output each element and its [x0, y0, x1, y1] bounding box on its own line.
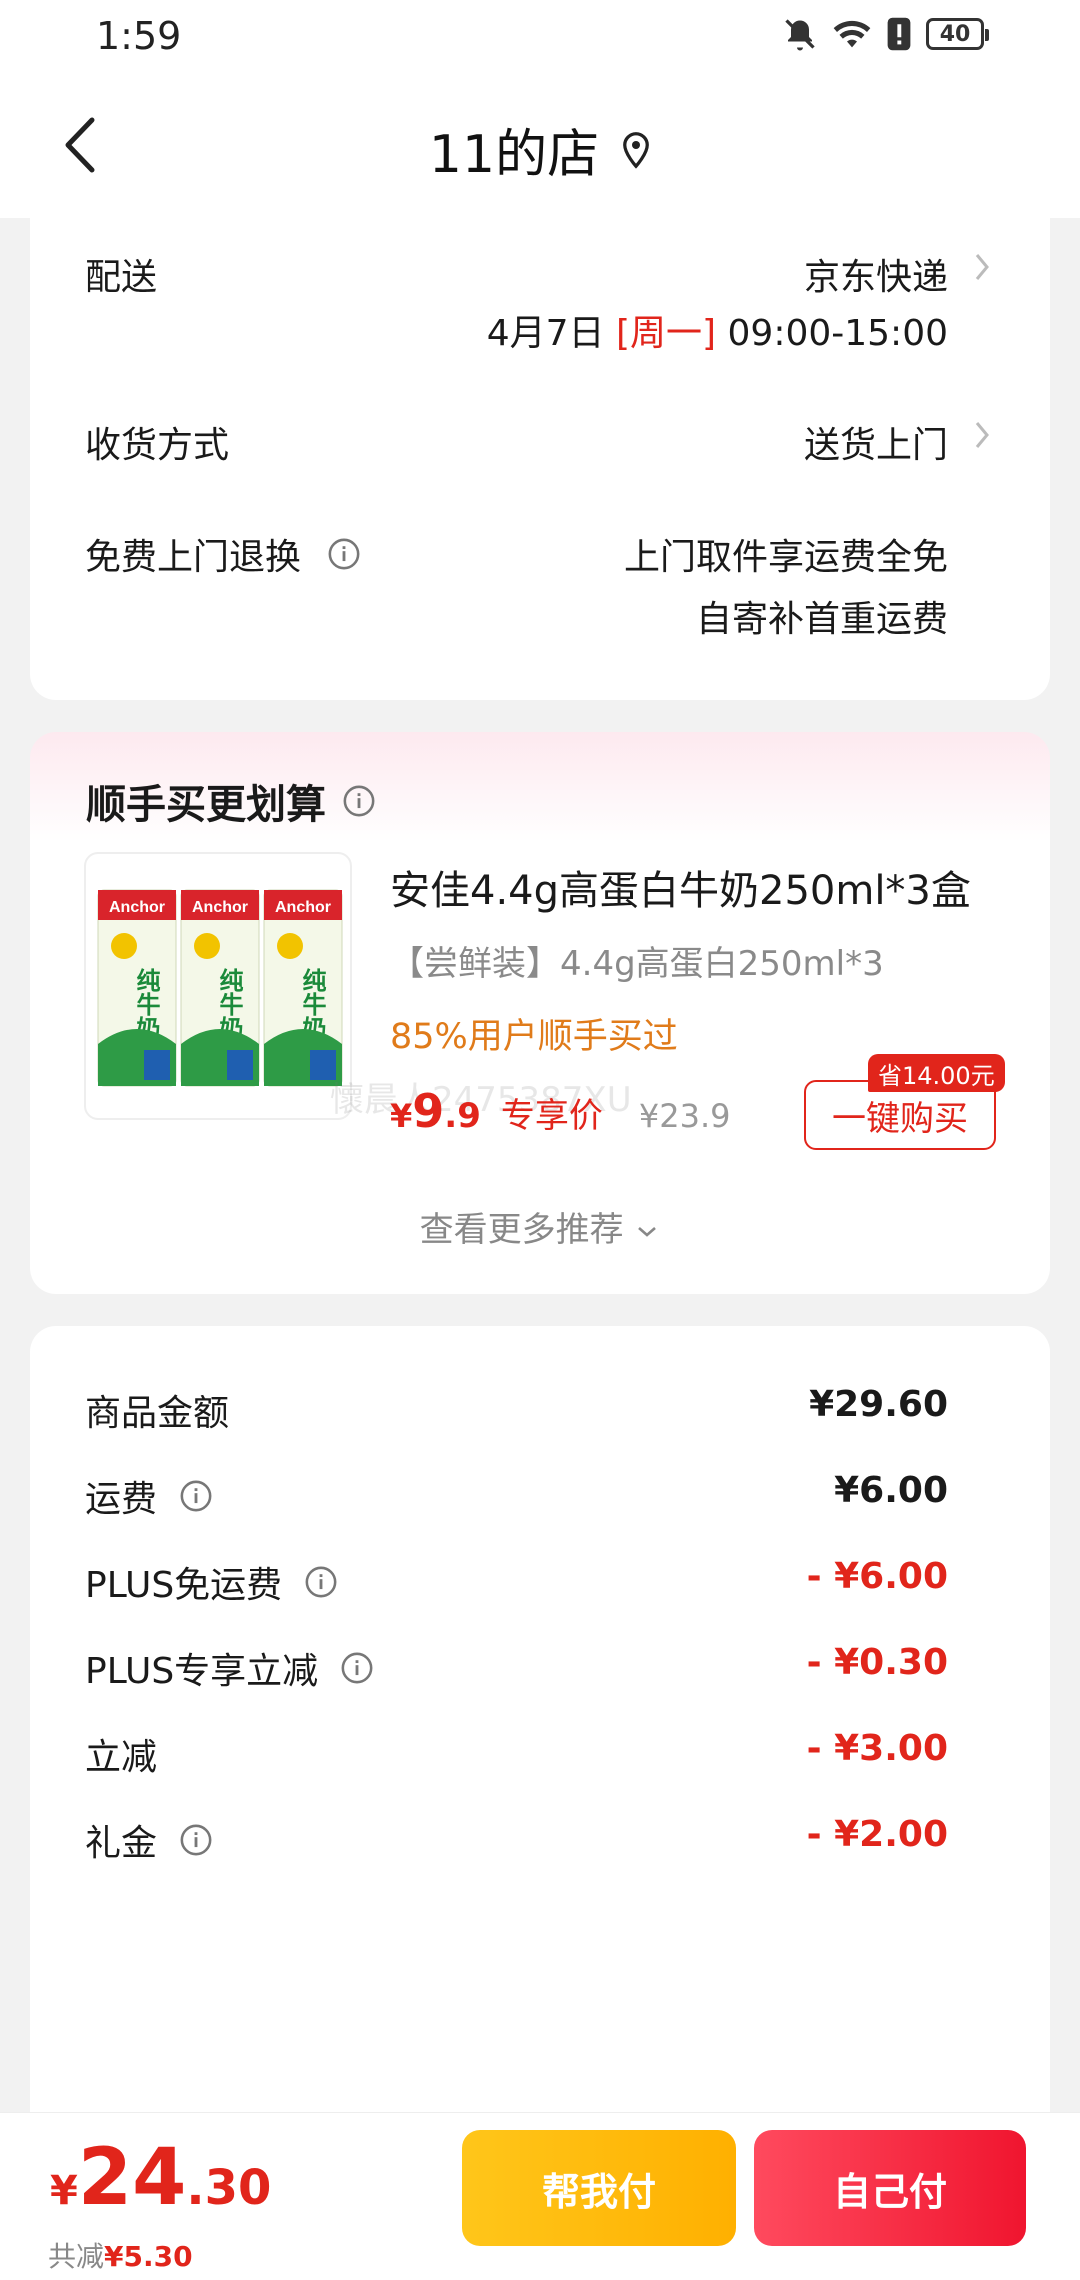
delivery-time-range: 09:00-15:00: [727, 313, 948, 354]
info-icon[interactable]: [340, 1651, 374, 1685]
fee-value: ¥6.00: [834, 1470, 948, 1511]
fee-label: 商品金额: [85, 1384, 229, 1436]
top-bar: 1:59 40 11的店: [0, 0, 1080, 218]
more-recommend-link[interactable]: 查看更多推荐: [30, 1202, 1050, 1251]
help-pay-button[interactable]: 帮我付: [462, 2130, 736, 2246]
fee-label-text: 立减: [85, 1737, 158, 1778]
savings-value: ¥5.30: [104, 2240, 193, 2273]
info-icon[interactable]: [179, 1823, 213, 1857]
fee-card: 商品金额 ¥29.60 运费 ¥6.00 PLUS免运费 - ¥6.00 PLUS专享立减 -…: [30, 1326, 1050, 2156]
fee-label-text: 礼金: [85, 1823, 158, 1864]
svg-text:Anchor: Anchor: [275, 899, 331, 916]
fee-label: PLUS专享立减: [85, 1642, 374, 1694]
status-icons: 40: [782, 16, 989, 52]
original-price: ¥23.9: [638, 1097, 731, 1135]
info-icon[interactable]: [327, 537, 361, 571]
fee-value: ¥29.60: [809, 1384, 948, 1425]
free-return-label: 免费上门退换: [85, 528, 361, 580]
free-return-line2: 自寄补首重运费: [695, 599, 948, 640]
savings-prefix: 共减: [48, 2240, 105, 2273]
svg-text:Anchor: Anchor: [192, 899, 248, 916]
delivery-weekday: [周一]: [615, 313, 717, 354]
fee-label: PLUS免运费: [85, 1556, 338, 1608]
info-icon[interactable]: [342, 784, 376, 818]
delivery-date: 4月7日: [486, 313, 605, 354]
fee-label-text: 商品金额: [85, 1393, 230, 1434]
delivery-label: 配送: [85, 257, 158, 298]
product-price: ¥9.9: [390, 1084, 481, 1138]
free-return-line1: 上门取件享运费全免: [623, 537, 948, 578]
recommend-card: 顺手买更划算 Anchor Anchor Anchor 纯牛奶 纯牛奶 纯牛奶: [30, 732, 1050, 1294]
wifi-icon: [833, 20, 871, 48]
delivery-time: 4月7日 [周一] 09:00-15:00: [487, 304, 948, 356]
product-name[interactable]: 安佳4.4g高蛋白牛奶250ml*3盒: [390, 858, 971, 916]
fee-label: 立减: [85, 1728, 157, 1780]
price-tag: 专享价: [500, 1096, 603, 1136]
fee-label-text: PLUS专享立减: [85, 1651, 319, 1692]
product-spec: 【尝鲜装】4.4g高蛋白250ml*3: [390, 944, 884, 984]
free-return-text: 免费上门退换: [85, 537, 302, 578]
fee-label: 运费: [85, 1470, 213, 1522]
receive-method-label: 收货方式: [85, 425, 230, 466]
fee-value: - ¥3.00: [806, 1728, 948, 1769]
product-tip: 85%用户顺手买过: [390, 1017, 678, 1057]
fee-label-text: PLUS免运费: [85, 1565, 283, 1606]
battery-indicator: 40: [926, 18, 989, 50]
more-recommend-text: 查看更多推荐: [419, 1210, 624, 1250]
save-badge: 省14.00元: [868, 1054, 1005, 1092]
sim-alert-icon: [887, 17, 911, 51]
delivery-card: 配送 京东快递 4月7日 [周一] 09:00-15:00 收货方式 送货上门 …: [30, 190, 1050, 700]
milk-carton-illustration: Anchor Anchor Anchor 纯牛奶 纯牛奶 纯牛奶: [97, 889, 343, 1087]
page-title: 11的店: [0, 112, 1080, 187]
fee-value: - ¥6.00: [806, 1556, 948, 1597]
receive-method-value[interactable]: 送货上门: [804, 416, 948, 468]
mute-bell-icon: [785, 19, 815, 51]
chevron-down-icon: [638, 1226, 657, 1237]
recommend-title: 顺手买更划算: [86, 772, 376, 830]
fee-value: - ¥0.30: [806, 1642, 948, 1683]
chevron-right-icon[interactable]: [972, 418, 992, 452]
price-row: ¥9.9 专享价 ¥23.9: [390, 1084, 730, 1138]
store-name: 11的店: [428, 125, 600, 185]
checkout-bar: ¥24.30 共减¥5.30 帮我付 自己付: [0, 2112, 1080, 2280]
status-time: 1:59: [96, 14, 182, 58]
product-image[interactable]: Anchor Anchor Anchor 纯牛奶 纯牛奶 纯牛奶: [84, 852, 352, 1120]
self-pay-button[interactable]: 自己付: [754, 2130, 1026, 2246]
location-pin-icon[interactable]: [621, 131, 651, 169]
delivery-carrier[interactable]: 京东快递: [804, 248, 948, 300]
recommend-title-text: 顺手买更划算: [86, 782, 326, 828]
chevron-right-icon[interactable]: [972, 250, 992, 284]
svg-text:Anchor: Anchor: [109, 899, 165, 916]
fee-value: - ¥2.00: [806, 1814, 948, 1855]
info-icon[interactable]: [304, 1565, 338, 1599]
fee-label-text: 运费: [85, 1479, 158, 1520]
total-savings: 共减¥5.30: [48, 2235, 193, 2275]
total-price: ¥24.30: [50, 2133, 272, 2223]
fee-label: 礼金: [85, 1814, 213, 1866]
info-icon[interactable]: [179, 1479, 213, 1513]
